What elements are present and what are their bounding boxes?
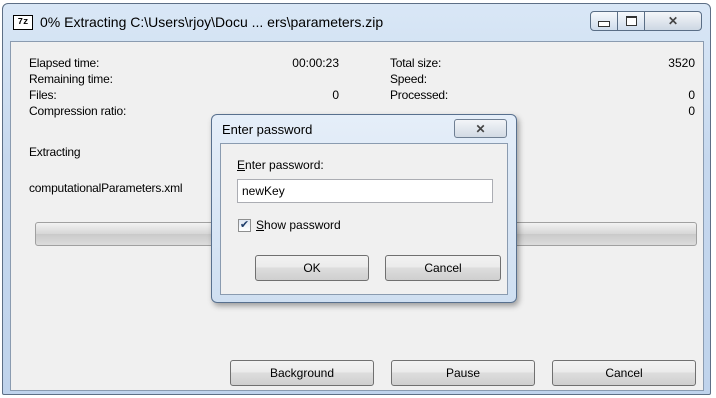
- elapsed-time-label: Elapsed time:: [29, 56, 100, 70]
- minimize-button[interactable]: [590, 11, 618, 31]
- enter-password-dialog: Enter password ✕ Enter password: ✔ Show …: [211, 114, 517, 303]
- 7zip-app-icon: 7z: [13, 15, 33, 30]
- password-label-text: nter password:: [245, 158, 324, 172]
- operation-status: Extracting: [29, 145, 81, 159]
- close-icon: ✕: [475, 121, 486, 136]
- minimize-icon: [598, 21, 610, 27]
- dialog-cancel-button[interactable]: Cancel: [385, 255, 501, 281]
- total-size-value: 3520: [668, 56, 695, 70]
- checkmark-icon: ✔: [239, 218, 250, 231]
- dialog-title: Enter password: [222, 122, 313, 137]
- maximize-button[interactable]: [617, 11, 645, 31]
- close-button[interactable]: ✕: [644, 11, 702, 31]
- files-value: 0: [332, 88, 339, 102]
- password-label: Enter password:: [237, 158, 324, 172]
- dialog-close-button[interactable]: ✕: [454, 119, 507, 138]
- total-size-label: Total size:: [390, 56, 442, 70]
- ok-button[interactable]: OK: [255, 255, 369, 281]
- remaining-time-label: Remaining time:: [29, 72, 113, 86]
- background-button[interactable]: Background: [230, 360, 374, 386]
- files-label: Files:: [29, 88, 57, 102]
- compressed-size-value: 0: [688, 104, 695, 118]
- close-icon: ✕: [667, 14, 679, 28]
- elapsed-time-value: 00:00:23: [292, 56, 339, 70]
- title-bar[interactable]: 7z 0% Extracting C:\Users\rjoy\Docu ... …: [3, 4, 710, 42]
- processed-label: Processed:: [390, 88, 449, 102]
- window-title: 0% Extracting C:\Users\rjoy\Docu ... ers…: [40, 14, 384, 30]
- show-password-checkbox[interactable]: ✔: [238, 218, 251, 232]
- processed-value: 0: [688, 88, 695, 102]
- speed-label: Speed:: [390, 72, 427, 86]
- current-file-name: computationalParameters.xml: [29, 181, 183, 195]
- maximize-icon: [625, 16, 637, 26]
- password-input[interactable]: [237, 179, 493, 203]
- pause-button[interactable]: Pause: [391, 360, 535, 386]
- cancel-button[interactable]: Cancel: [552, 360, 696, 386]
- show-password-option[interactable]: ✔ Show password: [238, 218, 341, 232]
- show-password-label: how password: [264, 218, 341, 232]
- password-label-accelerator: E: [237, 158, 246, 172]
- compression-ratio-label: Compression ratio:: [29, 104, 127, 118]
- show-password-accelerator: S: [256, 218, 265, 232]
- dialog-body: Enter password: ✔ Show password OK Cance…: [220, 143, 508, 295]
